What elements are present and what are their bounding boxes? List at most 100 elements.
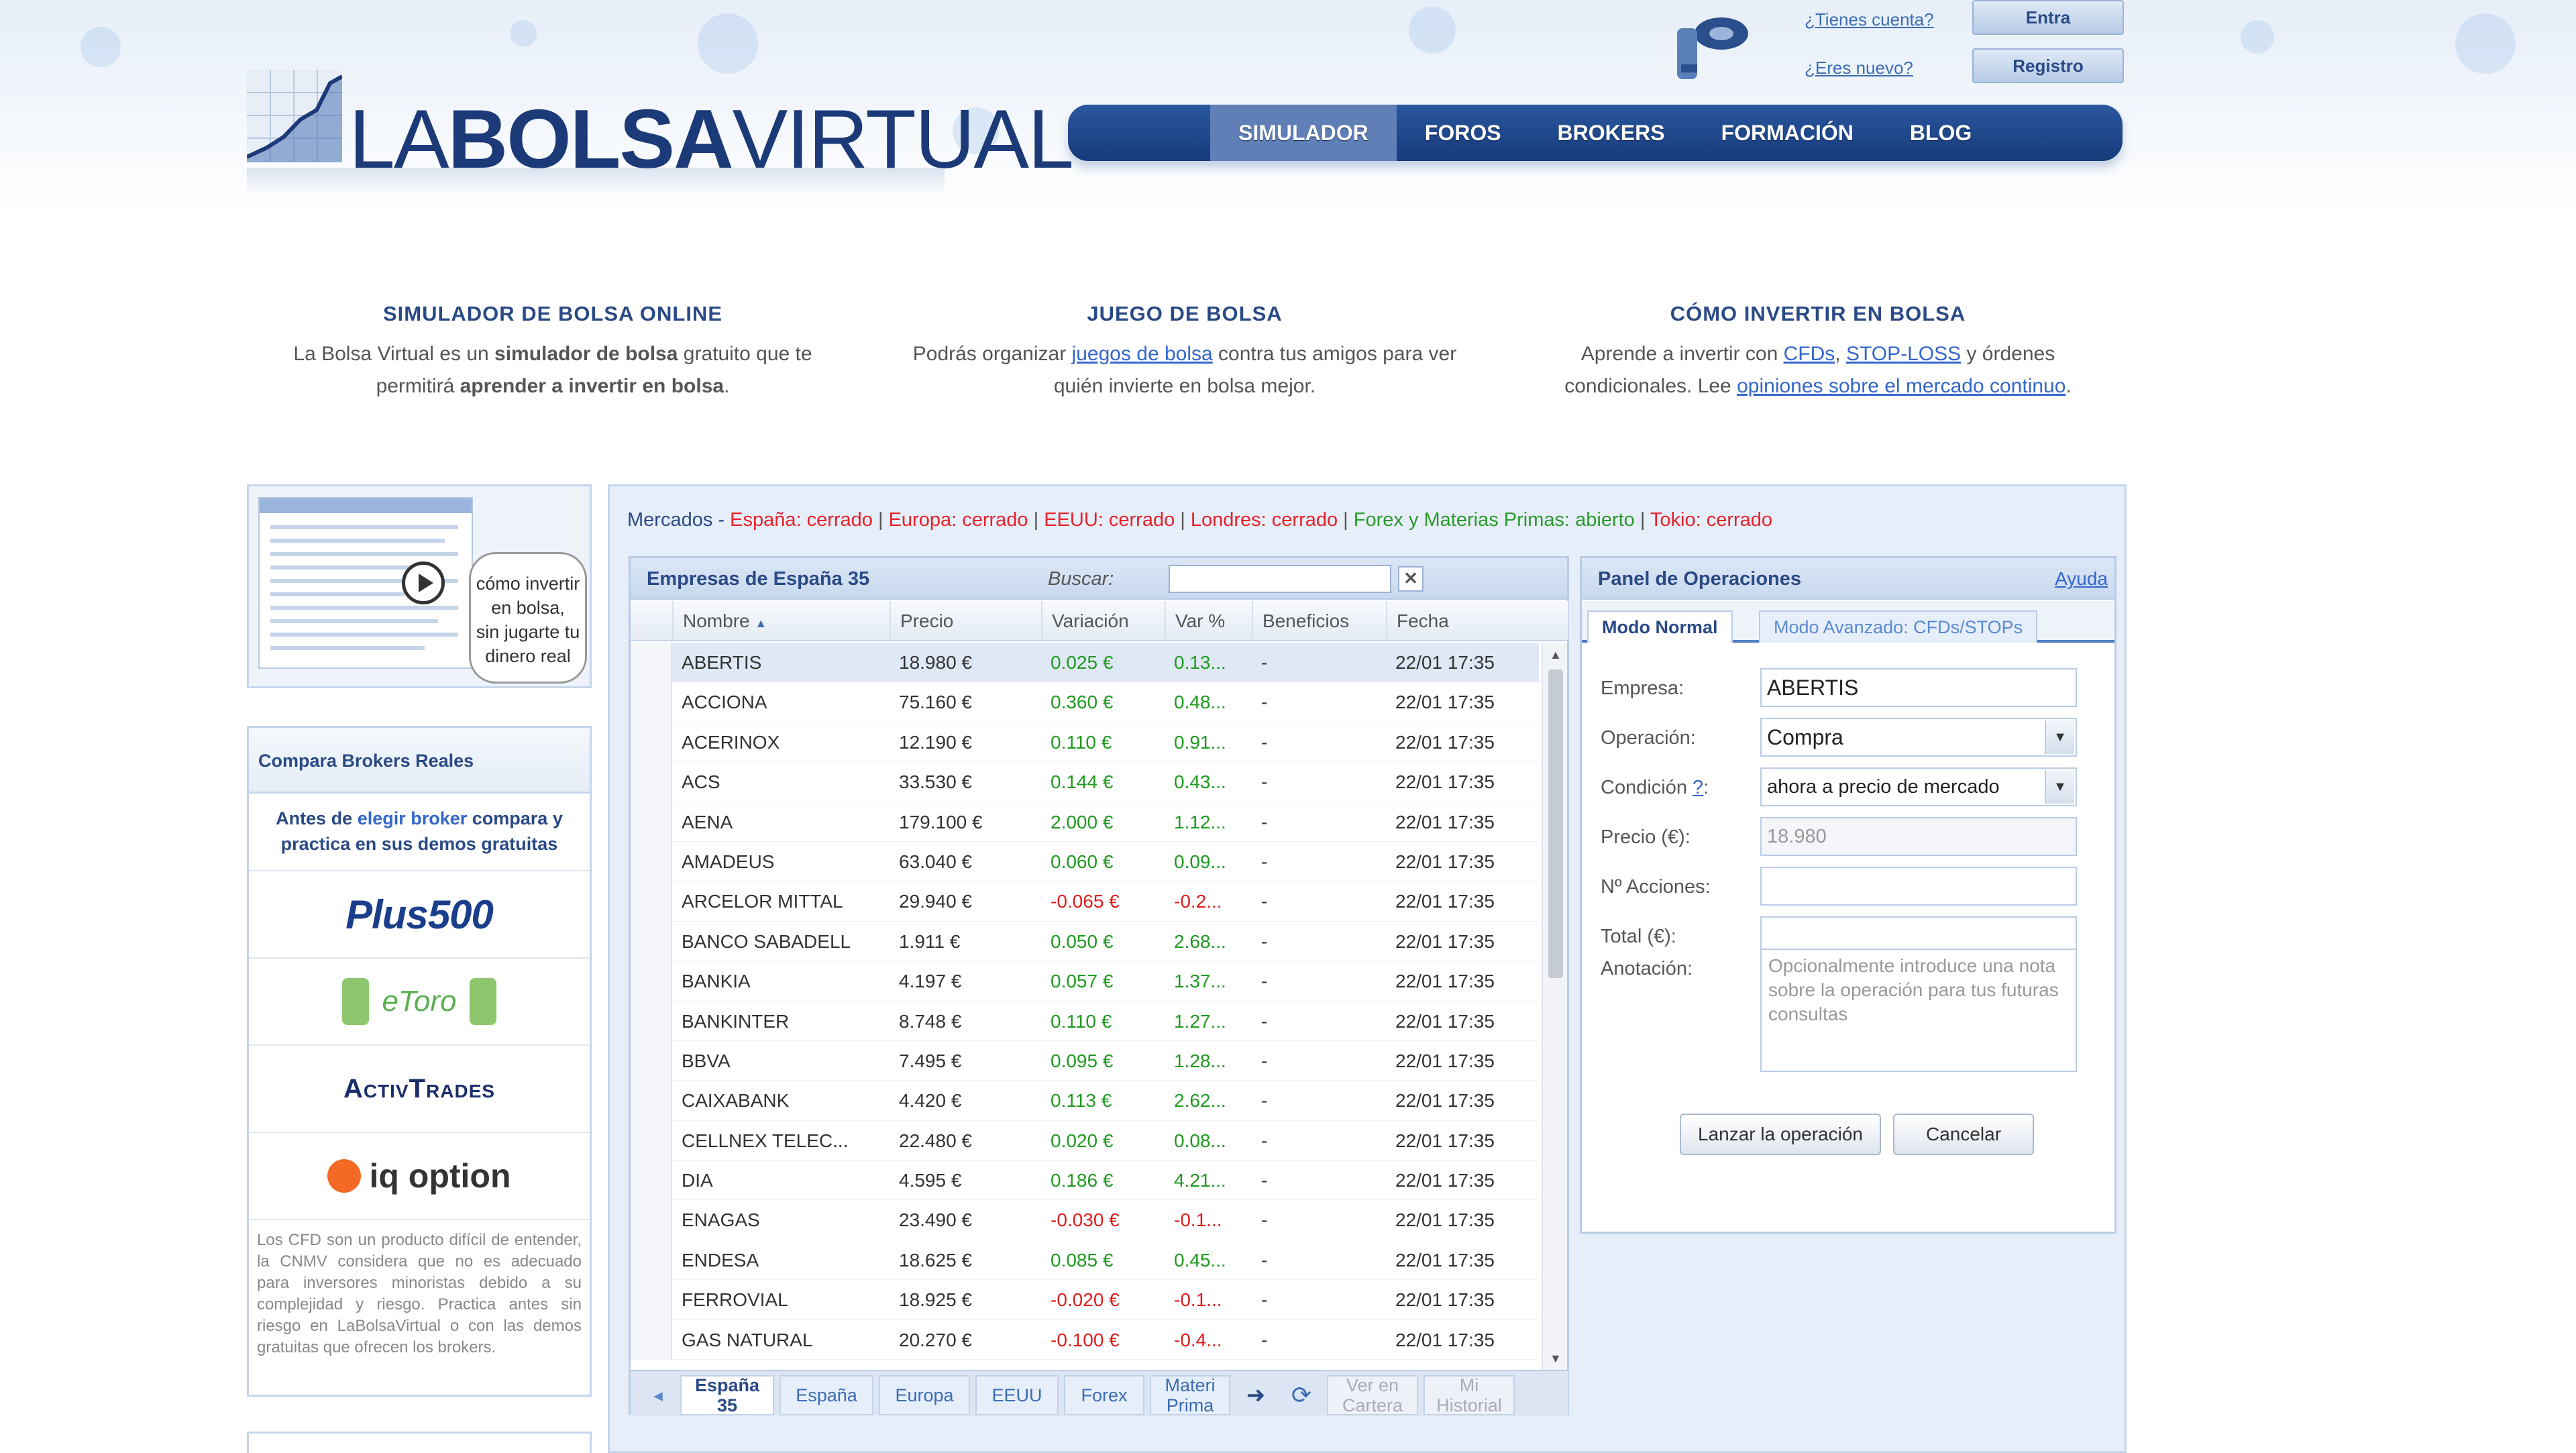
tabs-prev-icon[interactable]: ◂ <box>641 1375 675 1415</box>
intro-invertir: CÓMO INVERTIR EN BOLSA Aprende a inverti… <box>1523 302 2113 402</box>
table-row[interactable]: BANKINTER 8.748 € 0.110 € 1.27... - 22/01 17:… <box>631 1001 1539 1041</box>
table-row[interactable]: BBVA 7.495 € 0.095 € 1.28... - 22/01 17:35 <box>631 1040 1539 1081</box>
row-handle <box>631 1120 672 1161</box>
table-row[interactable]: BANKIA 4.197 € 0.057 € 1.37... - 22/01 17:35 <box>631 961 1539 1002</box>
col-var-pct[interactable]: Var % <box>1165 601 1252 641</box>
ops-help-link[interactable]: Ayuda <box>2055 558 2108 600</box>
cell-beneficios: - <box>1261 891 1268 912</box>
col-variacion[interactable]: Variación <box>1041 601 1165 641</box>
anotacion-textarea[interactable]: Opcionalmente introduce una nota sobre l… <box>1760 949 2077 1072</box>
row-handle <box>631 722 672 762</box>
broker-iqoption[interactable]: iq option <box>249 1133 590 1220</box>
col-fecha[interactable]: Fecha <box>1386 601 1539 641</box>
operacion-select[interactable]: Compra ▼ <box>1760 718 2077 757</box>
table-row[interactable]: AENA 179.100 € 2.000 € 1.12... - 22/01 17:35 <box>631 802 1539 842</box>
broker-activtrades[interactable]: ActivTrades <box>249 1046 590 1133</box>
condicion-help-link[interactable]: ? <box>1693 777 1703 798</box>
video-thumbnail[interactable]: cómo invertir en bolsa, sin jugarte tu d… <box>247 484 592 688</box>
table-row[interactable]: ENDESA 18.625 € 0.085 € 0.45... - 22/01 17:35 <box>631 1240 1539 1281</box>
clear-search-icon[interactable]: ✕ <box>1398 566 1424 592</box>
intro-title: JUEGO DE BOLSA <box>1087 302 1283 325</box>
login-button[interactable]: Entra <box>1972 0 2124 35</box>
table-row[interactable]: ACS 33.530 € 0.144 € 0.43... - 22/01 17:35 <box>631 762 1539 802</box>
broker-plus500[interactable]: Plus500 <box>249 871 590 959</box>
tab-eeuu[interactable]: EEUU <box>975 1375 1059 1415</box>
tab-ver-cartera[interactable]: Ver en Cartera <box>1327 1375 1418 1415</box>
broker-etoro[interactable]: eToro <box>249 959 590 1046</box>
row-handle <box>631 643 672 682</box>
cell-nombre: CELLNEX TELEC... <box>682 1130 849 1151</box>
tab-espana35[interactable]: España 35 <box>680 1375 774 1415</box>
scroll-thumb[interactable] <box>1548 669 1563 978</box>
condicion-select[interactable]: ahora a precio de mercado ▼ <box>1760 767 2077 806</box>
table-row[interactable]: DIA 4.595 € 0.186 € 4.21... - 22/01 17:35 <box>631 1161 1539 1201</box>
precio-field[interactable]: 18.980 <box>1760 817 2077 856</box>
table-row[interactable]: CAIXABANK 4.420 € 0.113 € 2.62... - 22/01 17:… <box>631 1081 1539 1121</box>
nav-simulador[interactable]: SIMULADOR <box>1210 105 1397 161</box>
cell-variacion: 0.060 € <box>1051 851 1114 872</box>
brokers-title: Compara Brokers Reales <box>249 728 590 794</box>
tab-forex[interactable]: Forex <box>1064 1375 1144 1415</box>
scroll-down-icon[interactable]: ▼ <box>1550 1352 1562 1366</box>
row-handle <box>631 1040 672 1081</box>
nav-foros[interactable]: FOROS <box>1397 105 1529 161</box>
cell-precio: 18.980 € <box>899 652 972 673</box>
empresa-field[interactable]: ABERTIS <box>1760 668 2077 707</box>
key-icon <box>1677 17 1748 79</box>
cell-var-pct: 4.21... <box>1174 1170 1226 1191</box>
total-label: Total (€): <box>1601 926 1676 947</box>
tab-materias-primas[interactable]: Materi Prima <box>1150 1375 1230 1415</box>
nav-formacion[interactable]: FORMACIÓN <box>1693 105 1882 161</box>
new-user-link[interactable]: ¿Eres nuevo? <box>1805 58 1913 78</box>
table-row[interactable]: ARCELOR MITTAL 29.940 € -0.065 € -0.2... - 22… <box>631 881 1539 922</box>
table-row[interactable]: ENAGAS 23.490 € -0.030 € -0.1... - 22/01 17:3… <box>631 1200 1539 1240</box>
juegos-link[interactable]: juegos de bolsa <box>1072 343 1213 365</box>
cell-beneficios: - <box>1261 692 1268 713</box>
register-button[interactable]: Registro <box>1972 48 2124 83</box>
table-row[interactable]: AMADEUS 63.040 € 0.060 € 0.09... - 22/01 17:3… <box>631 841 1539 882</box>
cell-nombre: AMADEUS <box>682 851 775 872</box>
tab-modo-normal[interactable]: Modo Normal <box>1587 610 1733 643</box>
cell-precio: 12.190 € <box>899 731 972 753</box>
tab-europa[interactable]: Europa <box>879 1375 970 1415</box>
col-precio[interactable]: Precio <box>890 601 1041 641</box>
grid-title: Empresas de España 35 <box>647 568 870 590</box>
cell-beneficios: - <box>1261 731 1268 753</box>
grid-scrollbar[interactable]: ▲ ▼ <box>1542 643 1567 1370</box>
search-input[interactable] <box>1169 565 1391 593</box>
acciones-field[interactable] <box>1760 867 2077 906</box>
table-row[interactable]: BANCO SABADELL 1.911 € 0.050 € 2.68... - 22/0… <box>631 921 1539 962</box>
cfds-link[interactable]: CFDs <box>1784 343 1835 365</box>
cell-variacion: -0.065 € <box>1051 891 1120 912</box>
table-row[interactable]: ACERINOX 12.190 € 0.110 € 0.91... - 22/01 17:… <box>631 722 1539 763</box>
refresh-icon[interactable]: ⟳ <box>1281 1375 1322 1415</box>
table-row[interactable]: ABERTIS 18.980 € 0.025 € 0.13... - 22/01 17:3… <box>631 643 1539 683</box>
elegir-broker-link[interactable]: elegir broker <box>358 808 468 828</box>
lanzar-operacion-button[interactable]: Lanzar la operación <box>1680 1114 1881 1155</box>
opiniones-link[interactable]: opiniones sobre el mercado continuo <box>1737 375 2065 397</box>
table-row[interactable]: FERROVIAL 18.925 € -0.020 € -0.1... - 22/01 1… <box>631 1280 1539 1320</box>
tab-mi-historial[interactable]: Mi Historial <box>1424 1375 1515 1415</box>
tab-modo-avanzado[interactable]: Modo Avanzado: CFDs/STOPs <box>1759 610 2038 643</box>
cell-var-pct: 1.37... <box>1174 971 1226 992</box>
col-beneficios[interactable]: Beneficios <box>1252 601 1386 641</box>
stoploss-link[interactable]: STOP-LOSS <box>1846 343 1961 365</box>
nav-brokers[interactable]: BROKERS <box>1529 105 1693 161</box>
table-row[interactable]: GAS NATURAL 20.270 € -0.100 € -0.4... - 22/01… <box>631 1320 1539 1360</box>
col-nombre[interactable]: Nombre ▲ <box>672 601 890 641</box>
nav-blog[interactable]: BLOG <box>1882 105 2000 161</box>
table-row[interactable]: ACCIONA 75.160 € 0.360 € 0.48... - 22/01 17:3… <box>631 682 1539 722</box>
have-account-link[interactable]: ¿Tienes cuenta? <box>1805 9 1934 30</box>
cell-beneficios: - <box>1261 1209 1268 1231</box>
cell-precio: 63.040 € <box>899 851 972 872</box>
play-icon[interactable] <box>402 561 445 604</box>
intro-juego: JUEGO DE BOLSA Podrás organizar juegos d… <box>890 302 1480 402</box>
table-row[interactable]: CELLNEX TELEC... 22.480 € 0.020 € 0.08... - 2… <box>631 1120 1539 1161</box>
scroll-up-icon[interactable]: ▲ <box>1550 648 1562 662</box>
cell-nombre: BANKIA <box>682 971 751 992</box>
tabs-next-icon[interactable]: ➜ <box>1236 1375 1276 1415</box>
cell-variacion: 0.110 € <box>1051 1010 1112 1032</box>
site-logo[interactable]: LABOLSAVIRTUAL <box>247 67 1074 201</box>
tab-espana[interactable]: España <box>780 1375 873 1415</box>
cancel-button[interactable]: Cancelar <box>1893 1114 2034 1155</box>
